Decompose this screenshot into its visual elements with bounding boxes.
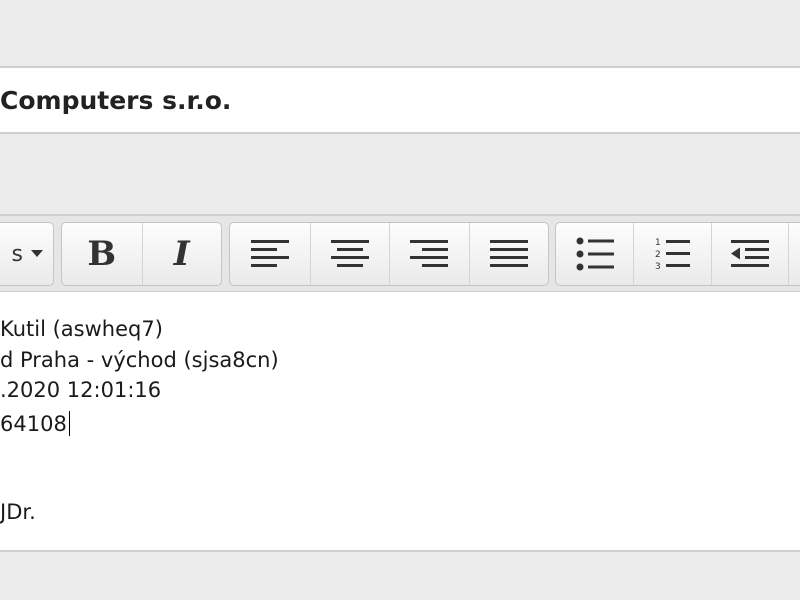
italic-icon: I: [173, 234, 190, 274]
bullet-list-icon: [576, 237, 614, 271]
editor-line-7: JDr.: [0, 500, 36, 524]
editor-line-3: .2020 12:01:16: [0, 378, 162, 402]
italic-button[interactable]: I: [141, 223, 222, 285]
svg-text:1: 1: [655, 238, 661, 248]
alignment-group: [229, 222, 549, 286]
chevron-down-icon: [31, 250, 43, 258]
bold-button[interactable]: B: [62, 223, 142, 285]
align-center-icon: [330, 238, 369, 270]
editor-line-4-text: 64108: [0, 412, 67, 436]
outdent-button[interactable]: [710, 223, 788, 285]
svg-text:2: 2: [655, 250, 661, 260]
align-justify-icon: [489, 238, 528, 270]
bold-icon: B: [87, 234, 117, 274]
format-dropdown-group: s: [0, 222, 54, 286]
align-right-icon: [410, 238, 449, 270]
align-right-button[interactable]: [389, 223, 469, 285]
text-caret: [68, 411, 70, 436]
editor-line-1: Kutil (aswheq7): [0, 317, 163, 341]
numbered-list-button[interactable]: 1 2 3: [633, 223, 710, 285]
justify-button[interactable]: [468, 223, 549, 285]
title-input-value: Computers s.r.o.: [0, 86, 232, 115]
numbered-list-icon: 1 2 3: [654, 236, 692, 272]
align-center-button[interactable]: [309, 223, 390, 285]
bullet-list-button[interactable]: [556, 223, 633, 285]
editor-line-2: d Praha - východ (sjsa8cn): [0, 348, 279, 372]
format-dropdown-button[interactable]: s: [0, 223, 53, 285]
format-dropdown-label: s: [11, 241, 23, 267]
text-style-group: B I: [61, 222, 222, 286]
align-left-button[interactable]: [230, 223, 310, 285]
outdent-icon: [731, 238, 769, 270]
list-group: 1 2 3: [555, 222, 800, 286]
more-toolbar-button[interactable]: [788, 223, 800, 285]
editor-line-4: 64108: [0, 411, 70, 436]
align-left-icon: [250, 238, 289, 270]
svg-text:3: 3: [655, 262, 661, 272]
